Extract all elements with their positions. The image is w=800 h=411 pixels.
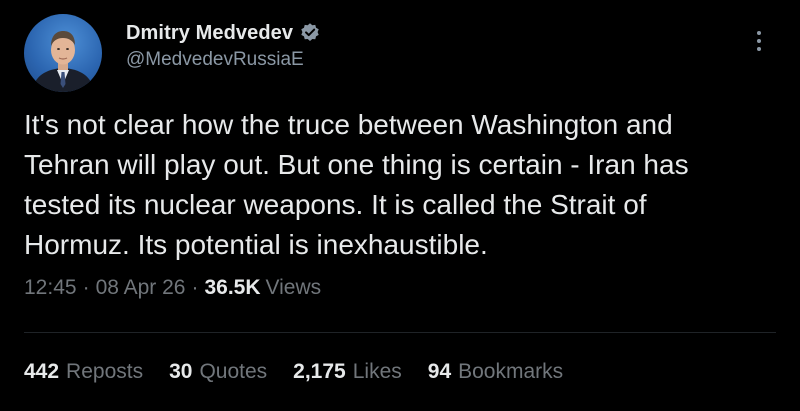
more-dot — [757, 47, 761, 51]
author-name-row: Dmitry Medvedev — [126, 20, 321, 46]
quotes-stat[interactable]: 30 Quotes — [169, 360, 267, 384]
more-vertical-icon[interactable] — [746, 26, 772, 56]
tweet-card: Dmitry Medvedev @MedvedevRussiaE It's no… — [0, 0, 800, 411]
quotes-count: 30 — [169, 360, 193, 383]
verified-badge-icon — [299, 22, 321, 44]
divider — [24, 332, 776, 333]
bookmarks-label: Bookmarks — [458, 360, 564, 383]
bookmarks-count: 94 — [427, 360, 452, 383]
likes-count: 2,175 — [293, 360, 346, 383]
tweet-date[interactable]: 08 Apr 26 — [96, 276, 186, 300]
views-count[interactable]: 36.5K — [204, 276, 260, 300]
bookmarks-stat[interactable]: 94 Bookmarks — [428, 360, 563, 384]
avatar[interactable] — [24, 14, 102, 92]
likes-label: Likes — [352, 360, 402, 383]
reposts-count: 442 — [24, 360, 60, 383]
author-info: Dmitry Medvedev @MedvedevRussiaE — [126, 20, 321, 71]
tweet-text: It's not clear how the truce between Was… — [24, 109, 689, 260]
more-dot — [757, 31, 761, 35]
author-handle[interactable]: @MedvedevRussiaE — [126, 49, 321, 71]
meta-separator: · — [82, 276, 90, 299]
tweet-meta: 12:45 · 08 Apr 26 · 36.5K Views — [24, 276, 321, 300]
author-display-name[interactable]: Dmitry Medvedev — [126, 22, 293, 45]
engagement-stats: 442 Reposts 30 Quotes 2,175 Likes 94 Boo… — [24, 360, 589, 384]
likes-stat[interactable]: 2,175 Likes — [293, 360, 402, 384]
reposts-stat[interactable]: 442 Reposts — [24, 360, 143, 384]
avatar-portrait — [32, 31, 94, 92]
reposts-label: Reposts — [66, 360, 144, 383]
quotes-label: Quotes — [199, 360, 268, 383]
meta-separator: · — [191, 276, 199, 299]
views-label[interactable]: Views — [266, 276, 322, 300]
more-dot — [757, 39, 761, 43]
tweet-time[interactable]: 12:45 — [24, 276, 77, 300]
